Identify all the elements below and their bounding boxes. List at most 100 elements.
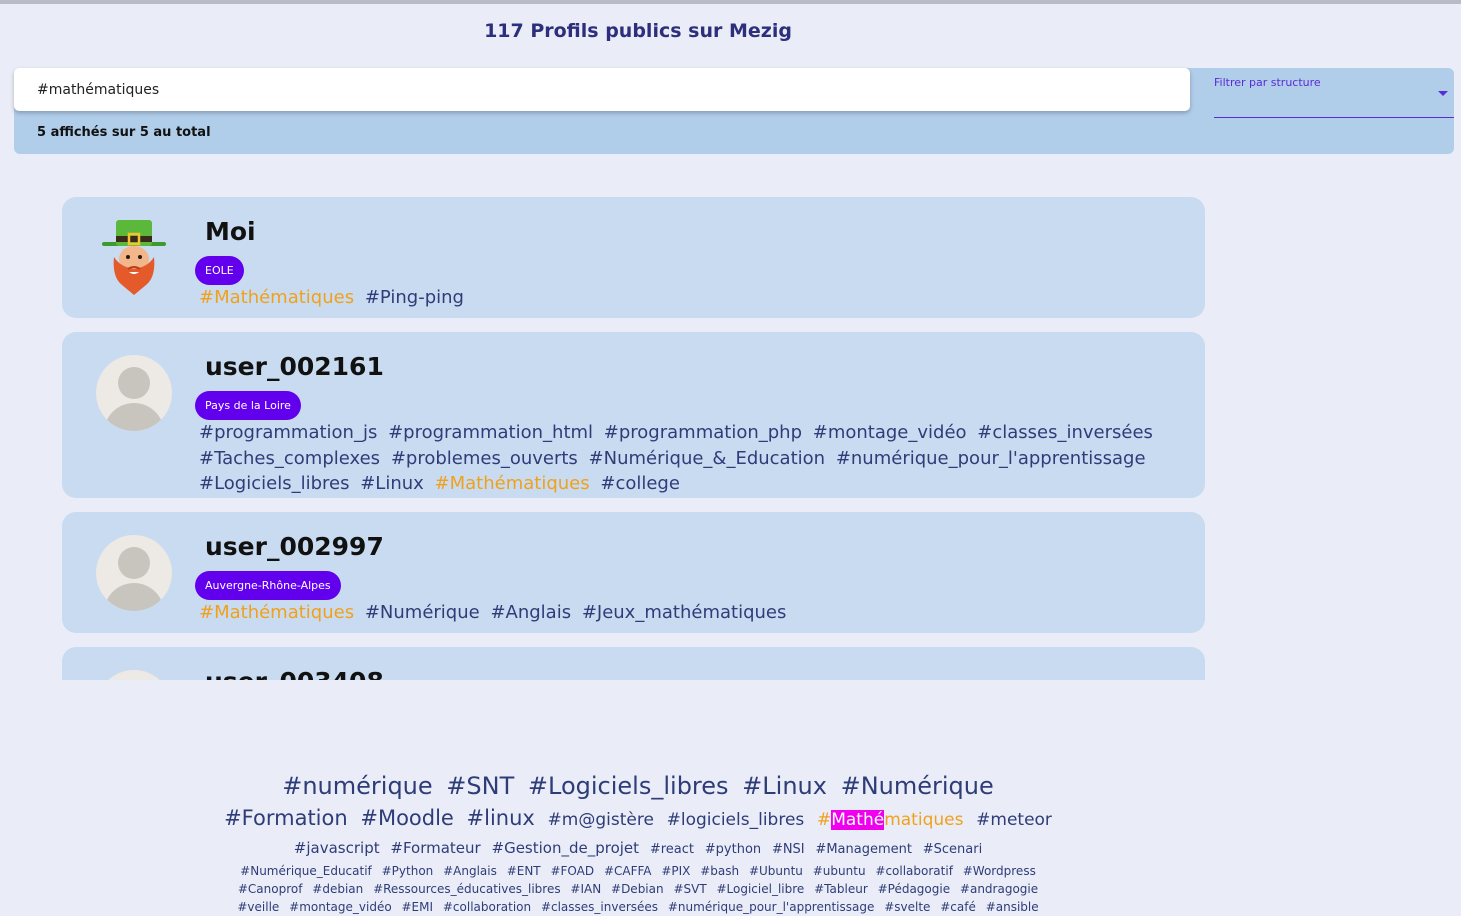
result-count: 5 affichés sur 5 au total [37, 125, 211, 140]
structure-badge[interactable]: Pays de la Loire [195, 391, 301, 420]
cloud-tag[interactable]: #Ubuntu [749, 864, 803, 878]
cloud-tag[interactable]: #montage_vidéo [289, 900, 392, 914]
cloud-tag[interactable]: #CAFFA [604, 864, 652, 878]
cloud-tag[interactable]: #PIX [661, 864, 690, 878]
cloud-tag[interactable]: #Gestion_de_projet [492, 839, 640, 857]
page-title: 117 Profils publics sur Mezig [484, 20, 792, 42]
structure-filter-label: Filtrer par structure [1214, 76, 1321, 89]
cloud-tag[interactable]: #meteor [976, 810, 1052, 830]
profile-tag[interactable]: #Mathématiques [199, 602, 354, 623]
cloud-tag[interactable]: #Tableur [814, 882, 868, 896]
search-input[interactable] [37, 81, 1137, 98]
cloud-tag[interactable]: #FOAD [550, 864, 594, 878]
structure-filter-select[interactable]: Filtrer par structure [1214, 76, 1454, 118]
cloud-tag[interactable]: #Management [815, 842, 912, 857]
cloud-tag[interactable]: #ENT [507, 864, 541, 878]
profile-name[interactable]: Moi [205, 217, 256, 246]
cloud-tag[interactable]: #Canoprof [238, 882, 303, 896]
profile-tag[interactable]: #Mathématiques [435, 473, 590, 494]
leprechaun-avatar-icon [98, 217, 170, 297]
cloud-tag[interactable]: #Pédagogie [878, 882, 951, 896]
profile-tag[interactable]: #programmation_html [388, 422, 593, 443]
cloud-tag[interactable]: #react [650, 842, 694, 857]
profile-name[interactable]: user_002997 [205, 532, 384, 561]
profile-tag[interactable]: #Mathématiques [199, 287, 354, 308]
cloud-tag[interactable]: #collaboration [443, 900, 531, 914]
cloud-tag[interactable]: #veille [237, 900, 279, 914]
cloud-tag[interactable]: #bash [700, 864, 739, 878]
profiles-list[interactable]: Moi EOLE #Mathématiques #Ping-ping user_… [62, 197, 1205, 680]
profile-tags: #programmation_js #programmation_html #p… [199, 420, 1179, 497]
cloud-tag[interactable]: #Debian [611, 882, 664, 896]
cloud-tag[interactable]: #Ressources_éducatives_libres [373, 882, 561, 896]
cloud-tag[interactable]: #café [940, 900, 976, 914]
cloud-tag[interactable]: #Scenari [923, 842, 982, 857]
cloud-tag[interactable]: #Formation [224, 806, 348, 830]
tag-cloud: #numérique #SNT #Logiciels_libres #Linux… [0, 770, 1276, 916]
cloud-tag[interactable]: #debian [312, 882, 363, 896]
profile-tag[interactable]: #Linux [360, 473, 424, 494]
profile-tag[interactable]: #Logiciels_libres [199, 473, 349, 494]
structure-badge[interactable]: Auvergne-Rhône-Alpes [195, 571, 341, 600]
profile-tag[interactable]: #programmation_php [604, 422, 802, 443]
cloud-tag[interactable]: #SVT [673, 882, 706, 896]
profile-tags: #Mathématiques #Numérique #Anglais #Jeux… [199, 600, 1179, 626]
cloud-tag[interactable]: #python [705, 842, 761, 857]
cloud-tag[interactable]: #andragogie [960, 882, 1038, 896]
cloud-tag[interactable]: #Moodle [360, 806, 454, 830]
cloud-tag[interactable]: #Numérique [841, 772, 994, 800]
cloud-tag[interactable]: #collaboratif [875, 864, 953, 878]
profile-tag[interactable]: #numérique_pour_l'apprentissage [836, 448, 1146, 469]
profile-card[interactable]: user_002997 Auvergne-Rhône-Alpes #Mathém… [62, 512, 1205, 633]
profile-tag[interactable]: #Ping-ping [365, 287, 464, 308]
cloud-tag[interactable]: #numérique_pour_l'apprentissage [668, 900, 874, 914]
default-avatar-icon [96, 670, 172, 680]
structure-badge[interactable]: EOLE [195, 256, 244, 285]
profile-card[interactable]: user_002161 Pays de la Loire #programmat… [62, 332, 1205, 498]
cloud-tag[interactable]: #svelte [884, 900, 930, 914]
profile-card[interactable]: Moi EOLE #Mathématiques #Ping-ping [62, 197, 1205, 318]
profile-card[interactable]: user_003408 [62, 647, 1205, 680]
profile-tag[interactable]: #classes_inversées [977, 422, 1153, 443]
profile-tag[interactable]: #Numérique_&_Education [589, 448, 826, 469]
tag-cloud-line: #veille #montage_vidéo #EMI #collaborati… [0, 898, 1276, 916]
cloud-tag[interactable]: #ansible [986, 900, 1039, 914]
cloud-tag[interactable]: #javascript [294, 839, 380, 857]
profile-tag[interactable]: #Jeux_mathématiques [582, 602, 787, 623]
profile-tags: #Mathématiques #Ping-ping [199, 285, 1179, 311]
cloud-tag[interactable]: #Python [382, 864, 434, 878]
profile-tag[interactable]: #Anglais [490, 602, 571, 623]
avatar-head-shape [118, 547, 150, 579]
profile-name[interactable]: user_003408 [205, 667, 384, 680]
cloud-tag[interactable]: #SNT [446, 772, 514, 800]
profile-name[interactable]: user_002161 [205, 352, 384, 381]
search-box[interactable] [14, 68, 1190, 111]
cloud-tag[interactable]: #Formateur [390, 839, 480, 857]
cloud-tag[interactable]: #linux [467, 806, 535, 830]
cloud-tag-highlighted[interactable]: #Mathématiques [817, 810, 963, 830]
avatar-head-shape [118, 367, 150, 399]
cloud-tag[interactable]: #Linux [742, 772, 827, 800]
cloud-tag[interactable]: #ubuntu [813, 864, 866, 878]
cloud-tag[interactable]: #classes_inversées [541, 900, 658, 914]
cloud-tag[interactable]: #m@gistère [548, 810, 654, 830]
profile-tag[interactable]: #college [600, 473, 680, 494]
tag-cloud-line: #Canoprof #debian #Ressources_éducatives… [0, 880, 1276, 898]
cloud-tag[interactable]: #logiciels_libres [667, 810, 805, 830]
cloud-tag[interactable]: #Logiciel_libre [716, 882, 804, 896]
cloud-tag[interactable]: #Logiciels_libres [528, 772, 729, 800]
cloud-tag[interactable]: #EMI [402, 900, 434, 914]
cloud-tag-rest: matiques [884, 810, 964, 830]
cloud-tag[interactable]: #Numérique_Educatif [240, 864, 372, 878]
profile-tag[interactable]: #Numérique [365, 602, 480, 623]
cloud-tag[interactable]: #NSI [772, 842, 805, 857]
profile-tag[interactable]: #montage_vidéo [813, 422, 967, 443]
profile-tag[interactable]: #problemes_ouverts [391, 448, 578, 469]
profile-tag[interactable]: #Taches_complexes [199, 448, 380, 469]
cloud-tag[interactable]: #IAN [570, 882, 601, 896]
cloud-tag[interactable]: #Wordpress [963, 864, 1036, 878]
default-avatar-icon [96, 355, 172, 431]
profile-tag[interactable]: #programmation_js [199, 422, 377, 443]
cloud-tag[interactable]: #numérique [282, 772, 432, 800]
cloud-tag[interactable]: #Anglais [443, 864, 497, 878]
